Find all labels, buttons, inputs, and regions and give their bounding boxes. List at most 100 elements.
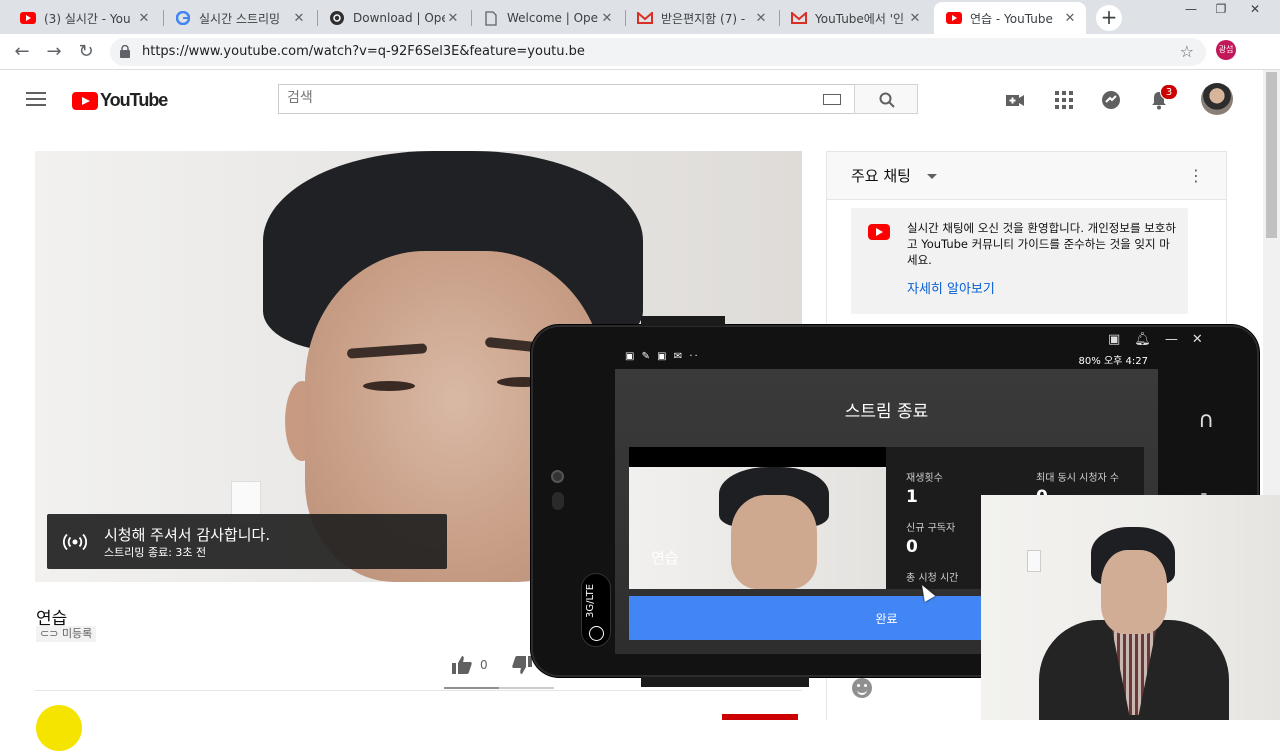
youtube-icon <box>20 10 36 26</box>
link-icon: ⊂⊃ <box>40 627 62 640</box>
new-subscribers-value: 0 <box>906 537 918 557</box>
browser-toolbar: ← → ↻ https://www.youtube.com/watch?v=q-… <box>0 34 1280 95</box>
url-text: https://www.youtube.com/watch?v=q-92F6Se… <box>142 44 585 59</box>
thumbnail-title: 연습 <box>651 549 679 567</box>
tab-title: 실시간 스트리밍 <box>199 11 281 26</box>
forward-arrow-icon[interactable]: → <box>42 40 66 64</box>
youtube-icon <box>946 10 962 26</box>
more-options-icon[interactable]: ⋮ <box>1188 166 1204 185</box>
messages-icon[interactable] <box>1101 90 1121 110</box>
create-video-icon[interactable] <box>1005 90 1025 110</box>
new-subscribers-label: 신규 구독자 <box>906 523 956 534</box>
stream-ended-overlay: 시청해 주셔서 감사합니다. 스트리밍 종료: 3초 전 <box>47 514 447 569</box>
learn-more-link[interactable]: 자세히 알아보기 <box>907 278 995 297</box>
chat-mode-dropdown[interactable]: 주요 채팅 <box>851 165 911 186</box>
tab-title: YouTube에서 '인 <box>815 11 905 26</box>
screenshot-icon[interactable]: ▣ <box>1108 332 1120 347</box>
tab-title: 연습 - YouTube <box>970 11 1053 26</box>
search-input[interactable] <box>287 90 807 106</box>
close-tab-icon[interactable]: ✕ <box>445 11 461 26</box>
browser-tab[interactable]: YouTube에서 '인 ✕ <box>779 2 931 34</box>
minimize-window-icon[interactable]: — <box>1176 0 1206 18</box>
visibility-label: 미등록 <box>61 627 93 640</box>
menu-icon[interactable] <box>26 92 46 106</box>
scrollbar-thumb[interactable] <box>1266 72 1277 238</box>
close-tab-icon[interactable]: ✕ <box>1062 11 1078 26</box>
tab-title: 받은편지함 (7) - <box>661 11 746 26</box>
webcam-overlay <box>981 495 1280 720</box>
page-icon <box>483 10 499 26</box>
stream-thumbnail: 연습 <box>629 447 886 589</box>
close-tab-icon[interactable]: ✕ <box>907 11 923 26</box>
close-tab-icon[interactable]: ✕ <box>136 11 152 26</box>
bookmark-star-icon[interactable]: ☆ <box>1180 42 1194 61</box>
network-label: 3G/LTE <box>585 583 596 618</box>
keyboard-icon[interactable] <box>823 94 841 105</box>
status-battery-time: 80% 오후 4:27 <box>1078 356 1148 367</box>
obs-icon <box>329 10 345 26</box>
gmail-icon <box>791 10 807 26</box>
browser-tab[interactable]: 실시간 스트리밍 ✕ <box>163 2 315 34</box>
like-button[interactable]: 0 <box>452 656 488 674</box>
apps-grid-icon[interactable] <box>1054 90 1074 110</box>
tab-title: Download | Ope <box>353 11 445 25</box>
thumbs-down-icon <box>512 656 532 674</box>
screen-title: 스트림 종료 <box>844 402 929 422</box>
browser-tab[interactable]: Welcome | Oper ✕ <box>471 2 623 34</box>
youtube-play-icon <box>72 91 98 110</box>
close-tab-icon[interactable]: ✕ <box>599 11 615 26</box>
profile-avatar[interactable]: 광섭 <box>1216 40 1236 60</box>
browser-tab[interactable]: 받은편지함 (7) - ✕ <box>625 2 777 34</box>
back-arrow-icon[interactable]: ← <box>10 40 34 64</box>
channel-avatar[interactable] <box>36 705 82 751</box>
browser-tab[interactable]: Download | Ope ✕ <box>317 2 469 34</box>
max-concurrent-label: 최대 동시 시청자 수 <box>1036 473 1120 484</box>
search-button[interactable] <box>854 84 918 114</box>
emoji-icon[interactable] <box>852 678 872 698</box>
search-icon <box>879 92 895 108</box>
dropdown-caret-icon[interactable] <box>927 174 937 179</box>
thumbs-up-icon <box>452 656 472 674</box>
restore-window-icon[interactable]: ❐ <box>1206 0 1236 18</box>
dislike-button[interactable] <box>512 656 532 678</box>
close-tab-icon[interactable]: ✕ <box>291 11 307 26</box>
new-tab-button[interactable]: + <box>1096 5 1122 31</box>
like-count: 0 <box>480 658 488 672</box>
chat-header: 주요 채팅 ⋮ <box>827 152 1226 200</box>
close-icon[interactable]: ✕ <box>1192 332 1203 347</box>
close-window-icon[interactable]: ✕ <box>1240 0 1270 18</box>
address-bar[interactable]: https://www.youtube.com/watch?v=q-92F6Se… <box>110 38 1206 66</box>
status-notification-icons: ▣ ✎ ▣ ✉ ·· <box>625 351 700 362</box>
reload-icon[interactable]: ↻ <box>74 40 98 64</box>
logo-text: YouTube <box>100 90 168 110</box>
magnet-icon[interactable]: ∩ <box>1198 408 1214 433</box>
tab-title: Welcome | Oper <box>507 11 599 25</box>
subscribe-button[interactable] <box>722 714 798 720</box>
tab-title: (3) 실시간 - You <box>44 11 131 26</box>
views-value: 1 <box>906 487 918 507</box>
bell-icon[interactable]: 🔔︎ <box>1134 332 1151 347</box>
youtube-icon <box>868 224 890 240</box>
minimize-icon[interactable]: — <box>1165 332 1178 347</box>
youtube-logo[interactable]: YouTube <box>72 90 168 111</box>
unlisted-badge: ⊂⊃ 미등록 <box>36 626 97 642</box>
browser-tab-active[interactable]: 연습 - YouTube ✕ <box>934 2 1086 34</box>
divider <box>35 690 802 691</box>
sentiment-bar <box>444 687 554 689</box>
overlay-subtitle: 스트리밍 종료: 3초 전 <box>104 546 207 559</box>
browser-tab[interactable]: (3) 실시간 - You ✕ <box>8 2 160 34</box>
close-tab-icon[interactable]: ✕ <box>753 11 769 26</box>
mirror-window-controls: ▣ 🔔︎ — ✕ <box>1108 332 1203 347</box>
lock-icon <box>120 45 130 58</box>
network-indicator: 3G/LTE <box>581 573 611 647</box>
google-icon <box>175 10 191 26</box>
account-avatar[interactable] <box>1201 83 1233 115</box>
phone-status-bar: ▣ ✎ ▣ ✉ ·· 80% 오후 4:27 <box>615 347 1158 369</box>
notification-count-badge: 3 <box>1160 84 1178 100</box>
phone-camera <box>551 470 564 483</box>
phone-sensor <box>552 492 564 510</box>
views-label: 재생횟수 <box>906 473 943 484</box>
chat-welcome-message: 실시간 채팅에 오신 것을 환영합니다. 개인정보를 보호하고 YouTube … <box>851 208 1188 314</box>
total-watch-time-label: 총 시청 시간 <box>906 573 959 584</box>
gmail-icon <box>637 10 653 26</box>
